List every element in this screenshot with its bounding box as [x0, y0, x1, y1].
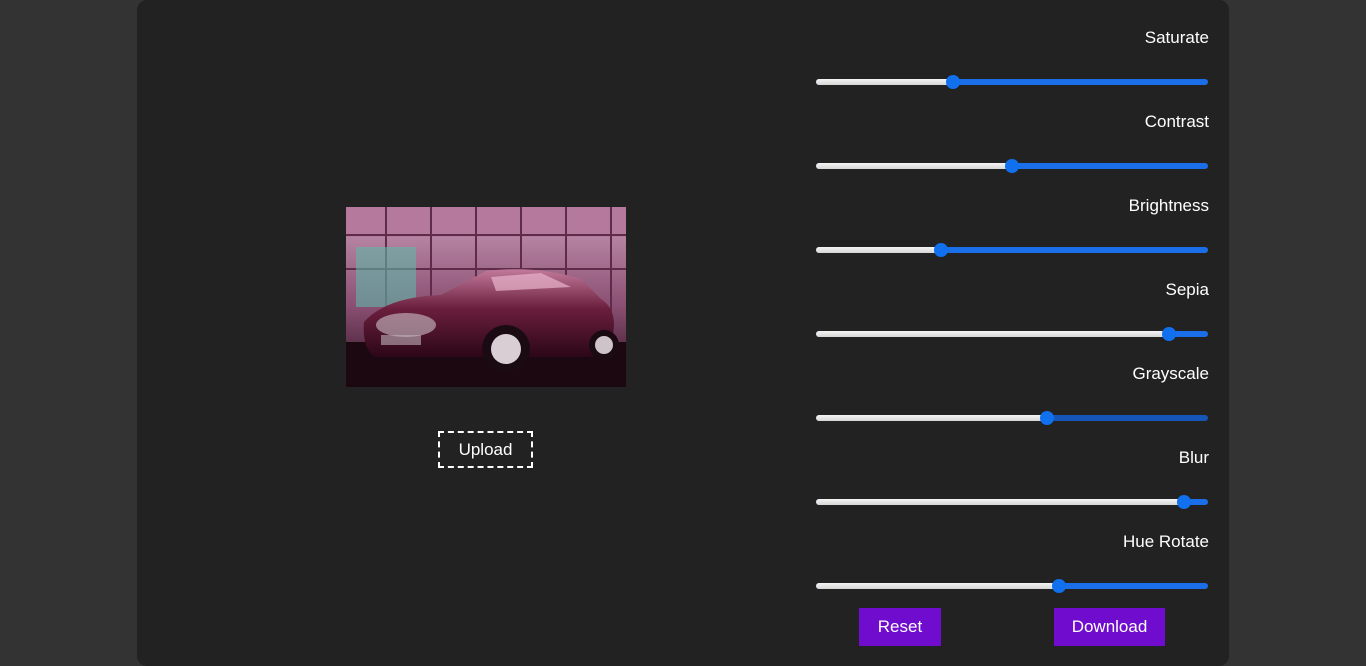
grayscale-control: Grayscale	[815, 347, 1209, 431]
download-button[interactable]: Download	[1054, 608, 1165, 646]
brightness-control: Brightness	[815, 179, 1209, 263]
contrast-control: Contrast	[815, 95, 1209, 179]
brightness-slider-thumb[interactable]	[934, 243, 949, 257]
grayscale-slider[interactable]	[816, 411, 1208, 425]
blur-slider[interactable]	[816, 495, 1208, 509]
hue-rotate-control: Hue Rotate	[815, 515, 1209, 599]
reset-button[interactable]: Reset	[859, 608, 941, 646]
saturate-control: Saturate	[815, 11, 1209, 95]
brightness-slider[interactable]	[816, 243, 1208, 257]
blur-slider-thumb[interactable]	[1177, 495, 1192, 509]
car-photo	[346, 207, 626, 387]
brightness-label: Brightness	[1128, 196, 1209, 215]
upload-button[interactable]: Upload	[438, 431, 533, 468]
sepia-control: Sepia	[815, 263, 1209, 347]
saturate-slider-thumb[interactable]	[946, 75, 961, 89]
contrast-slider-thumb[interactable]	[1005, 159, 1019, 173]
contrast-label: Contrast	[1144, 112, 1209, 131]
sepia-slider[interactable]	[816, 327, 1208, 341]
sepia-label: Sepia	[1165, 280, 1209, 299]
saturate-label: Saturate	[1144, 28, 1209, 47]
hue-rotate-slider[interactable]	[816, 579, 1208, 593]
grayscale-label: Grayscale	[1132, 364, 1209, 383]
blur-control: Blur	[815, 431, 1209, 515]
sepia-slider-thumb[interactable]	[1161, 327, 1176, 341]
image-preview	[346, 207, 626, 387]
blur-label: Blur	[1178, 448, 1209, 467]
hue-rotate-label: Hue Rotate	[1123, 532, 1209, 551]
hue-rotate-slider-thumb[interactable]	[1052, 579, 1067, 593]
contrast-slider[interactable]	[816, 159, 1208, 173]
grayscale-slider-thumb[interactable]	[1040, 411, 1055, 425]
saturate-slider[interactable]	[816, 75, 1208, 89]
editor-panel: Upload Saturate Contrast Brightness Sepi…	[137, 0, 1229, 666]
